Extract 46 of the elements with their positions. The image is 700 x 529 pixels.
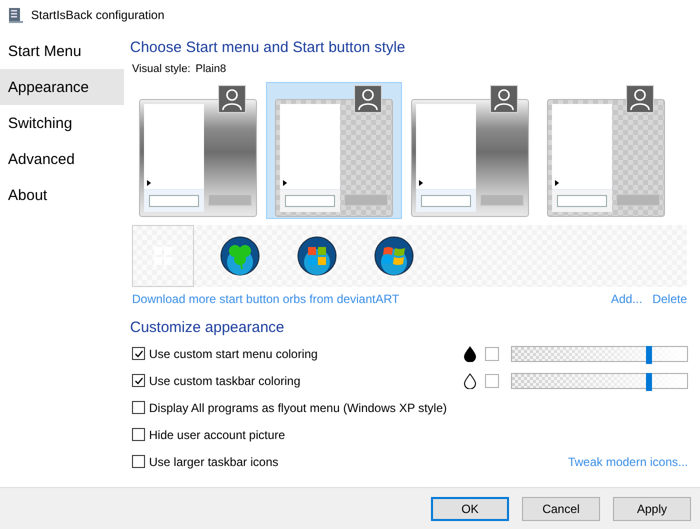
sidebar-item[interactable]: Start Menu [0,33,124,69]
dialog-button[interactable]: Cancel [522,496,600,520]
checkbox[interactable] [132,347,145,360]
checkbox-label: Use custom start menu coloring [149,346,318,360]
checkbox[interactable] [132,401,145,414]
dialog-button[interactable]: OK [431,496,509,520]
power-button-drawing [208,194,252,206]
user-icon [218,85,246,113]
power-button-drawing [344,194,388,206]
search-box-drawing [421,195,471,207]
search-box-drawing [557,195,607,207]
style-preview[interactable] [266,82,402,219]
field-label: Visual style: [132,62,190,76]
slider-thumb[interactable] [646,346,652,364]
checkbox-label: Display All programs as flyout menu (Windows XP style) [149,400,447,414]
user-icon [490,85,518,113]
checkbox-label: Use custom taskbar coloring [149,374,300,388]
clover-orb-icon [220,236,260,276]
checkbox-label: Hide user account picture [149,428,286,442]
section-heading: Customize appearance [130,318,286,338]
sidebar-item[interactable]: About [0,177,124,213]
checkbox[interactable] [132,455,145,468]
search-box-drawing [149,195,199,207]
sidebar-item[interactable]: Switching [0,105,124,141]
checkbox[interactable] [132,374,145,387]
windows-orb-icon [374,236,414,276]
windows-orb-icon [297,236,337,276]
power-button-drawing [480,194,524,206]
dialog-button[interactable]: Apply [613,496,691,520]
app-icon [8,7,24,23]
section-heading: Choose Start menu and Start button style [130,38,406,58]
opacity-slider[interactable] [511,372,688,388]
sidebar-item[interactable]: Appearance [0,69,124,105]
power-button-drawing [616,194,660,206]
user-icon [354,85,382,113]
checkbox-label: Use larger taskbar icons [149,454,278,468]
field-value: Plain8 [196,62,226,76]
slider-thumb[interactable] [646,372,652,390]
opacity-slider[interactable] [511,346,688,362]
search-box-drawing [285,195,335,207]
sidebar-item[interactable]: Advanced [0,141,124,177]
color-swatch[interactable] [485,346,499,360]
window-title: StartIsBack configuration [31,8,164,22]
checkbox[interactable] [132,428,145,441]
user-icon [626,85,654,113]
color-swatch[interactable] [485,374,499,388]
